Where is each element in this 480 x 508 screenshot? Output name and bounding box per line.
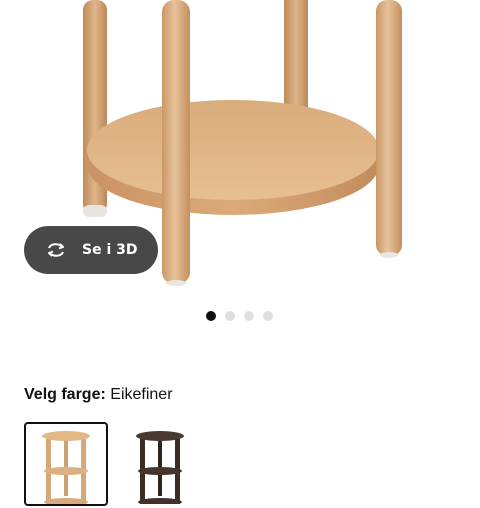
gallery-dot[interactable] [206, 311, 216, 321]
view-in-3d-button[interactable]: Se i 3D [24, 226, 158, 274]
selected-color-value: Eikefiner [110, 386, 173, 403]
dark-table-thumbnail [136, 431, 184, 506]
gallery-dot[interactable] [225, 311, 235, 321]
gallery-dot[interactable] [244, 311, 254, 321]
oak-table-thumbnail [42, 431, 90, 506]
gallery-dot[interactable] [263, 311, 273, 321]
color-swatch-oak[interactable] [24, 422, 108, 506]
rotate-arrows-icon [44, 238, 68, 262]
color-swatch-dark-brown[interactable] [120, 424, 200, 506]
color-selector-heading: Velg farge: Eikefiner [24, 384, 173, 406]
view-in-3d-label: Se i 3D [82, 242, 138, 258]
color-label: Velg farge: [24, 386, 106, 403]
gallery-pagination [0, 311, 480, 321]
